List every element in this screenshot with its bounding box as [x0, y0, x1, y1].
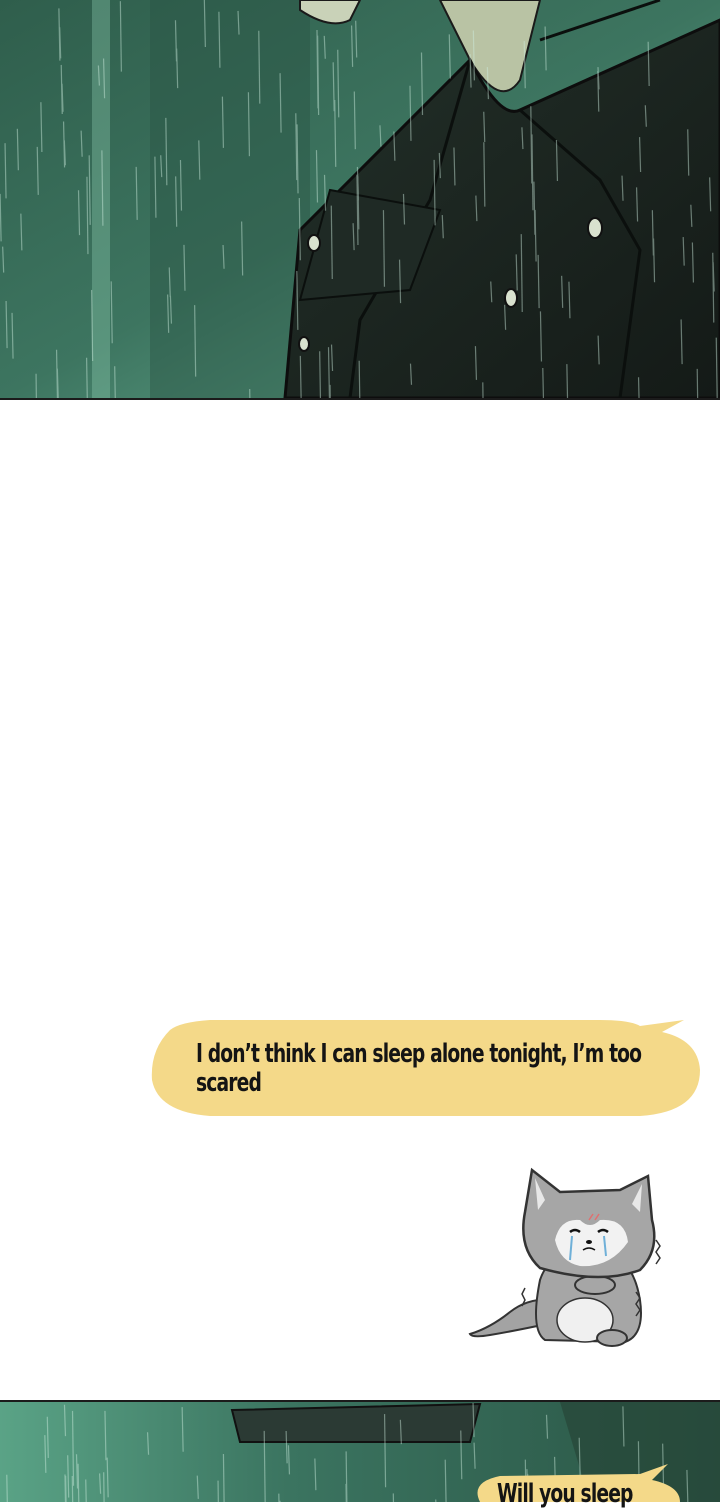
rain-scene-illustration: [0, 0, 720, 398]
top-comic-panel: [0, 0, 720, 400]
crying-gray-wolf-pup-icon: [468, 1167, 661, 1347]
coat-button-4: [587, 217, 603, 239]
coat-button-1: [307, 234, 321, 252]
speech-bubble-1-text: I don’t think I can sleep alone tonight,…: [196, 1039, 642, 1098]
panel-gutter: [0, 400, 720, 1400]
coat-button-3: [504, 288, 518, 308]
gutter-drawings: [151, 1020, 700, 1347]
coat-button-2: [298, 336, 310, 352]
speech-bubble-2-text: Will you sleep: [497, 1479, 633, 1509]
